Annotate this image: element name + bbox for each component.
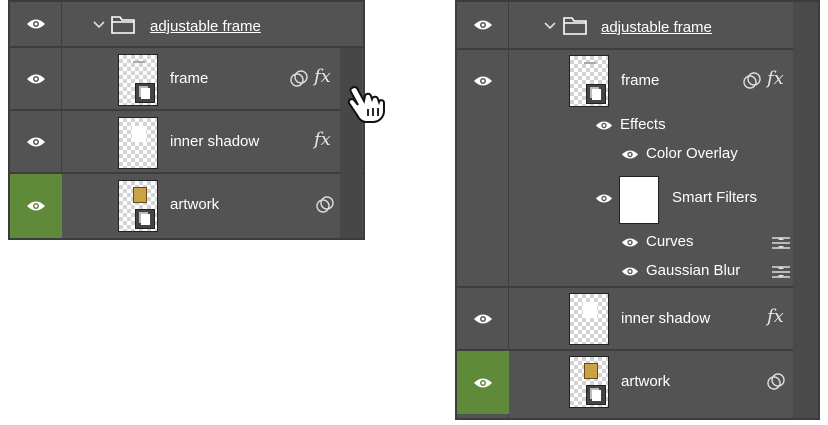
layer-thumbnail xyxy=(569,293,609,345)
visibility-toggle[interactable] xyxy=(457,288,509,349)
layer-row-inner-shadow[interactable]: inner shadow fx xyxy=(457,288,818,351)
visibility-toggle[interactable] xyxy=(10,174,62,238)
filter-blending-options-icon[interactable] xyxy=(771,265,791,279)
visibility-toggle[interactable] xyxy=(457,50,509,112)
layers-panel-expanded: adjustable frame frame fx Effects Color … xyxy=(455,0,820,420)
eye-icon[interactable] xyxy=(621,149,639,160)
smart-object-icon xyxy=(586,385,606,405)
clipping-mask-icon xyxy=(743,72,761,89)
clipping-mask-icon xyxy=(767,373,785,390)
visibility-toggle[interactable] xyxy=(457,2,509,48)
eye-icon[interactable] xyxy=(473,377,493,389)
layer-name[interactable]: frame xyxy=(621,72,659,89)
curves-label[interactable]: Curves xyxy=(646,233,694,250)
group-name[interactable]: adjustable frame xyxy=(601,19,712,36)
layers-panel-collapsed: adjustable frame frame fx inner shadow f… xyxy=(8,0,365,240)
eye-icon[interactable] xyxy=(26,18,46,30)
eye-icon[interactable] xyxy=(26,136,46,148)
layer-thumbnail xyxy=(118,117,158,169)
visibility-toggle[interactable] xyxy=(457,351,509,414)
chevron-down-icon[interactable] xyxy=(92,20,106,30)
folder-icon xyxy=(111,16,135,34)
effects-label[interactable]: Effects xyxy=(620,116,666,133)
layer-row-frame[interactable]: frame fx xyxy=(10,48,363,111)
eye-icon[interactable] xyxy=(595,120,613,131)
eye-icon[interactable] xyxy=(595,193,613,204)
smart-filter-mask-thumbnail[interactable] xyxy=(619,176,659,224)
fx-icon[interactable]: fx xyxy=(314,66,331,87)
gaussian-blur-label[interactable]: Gaussian Blur xyxy=(646,262,740,279)
smart-object-icon xyxy=(586,84,606,104)
visibility-toggle[interactable] xyxy=(10,111,62,172)
layer-thumbnail xyxy=(118,180,158,232)
layer-name[interactable]: artwork xyxy=(170,196,219,213)
layer-row-inner-shadow[interactable]: inner shadow fx xyxy=(10,111,363,174)
layer-row-artwork[interactable]: artwork xyxy=(10,174,363,238)
fx-icon[interactable]: fx xyxy=(767,68,784,89)
smart-object-icon xyxy=(135,83,155,103)
group-row[interactable]: adjustable frame xyxy=(10,2,363,48)
filter-blending-options-icon[interactable] xyxy=(771,236,791,250)
smart-filters-label[interactable]: Smart Filters xyxy=(672,189,757,206)
clipping-mask-icon xyxy=(316,196,334,213)
visibility-toggle[interactable] xyxy=(10,48,62,109)
layer-name[interactable]: frame xyxy=(170,70,208,87)
layer-row-frame[interactable]: frame fx Effects Color Overlay Smart Fil… xyxy=(457,50,818,288)
eye-icon[interactable] xyxy=(26,200,46,212)
eye-icon[interactable] xyxy=(621,266,639,277)
layer-row-artwork[interactable]: artwork xyxy=(457,351,818,414)
clipping-mask-icon xyxy=(290,70,308,87)
layer-name[interactable]: inner shadow xyxy=(170,133,259,150)
visibility-toggle[interactable] xyxy=(10,2,62,46)
scrollbar[interactable] xyxy=(340,48,362,238)
color-overlay-label[interactable]: Color Overlay xyxy=(646,145,738,162)
eye-icon[interactable] xyxy=(621,237,639,248)
chevron-down-icon[interactable] xyxy=(543,21,557,31)
folder-icon xyxy=(563,17,587,35)
group-row[interactable]: adjustable frame xyxy=(457,2,818,50)
eye-icon[interactable] xyxy=(473,75,493,87)
fx-icon[interactable]: fx xyxy=(314,129,331,150)
layer-name[interactable]: inner shadow xyxy=(621,310,710,327)
scrollbar[interactable] xyxy=(793,2,818,418)
layer-name[interactable]: artwork xyxy=(621,373,670,390)
eye-icon[interactable] xyxy=(473,19,493,31)
eye-icon[interactable] xyxy=(26,73,46,85)
layer-thumbnail xyxy=(569,55,609,107)
fx-icon[interactable]: fx xyxy=(767,306,784,327)
layer-thumbnail xyxy=(569,356,609,408)
layer-thumbnail xyxy=(118,54,158,106)
group-name[interactable]: adjustable frame xyxy=(150,18,261,35)
hand-cursor-icon xyxy=(347,85,385,123)
smart-object-icon xyxy=(135,209,155,229)
eye-icon[interactable] xyxy=(473,313,493,325)
